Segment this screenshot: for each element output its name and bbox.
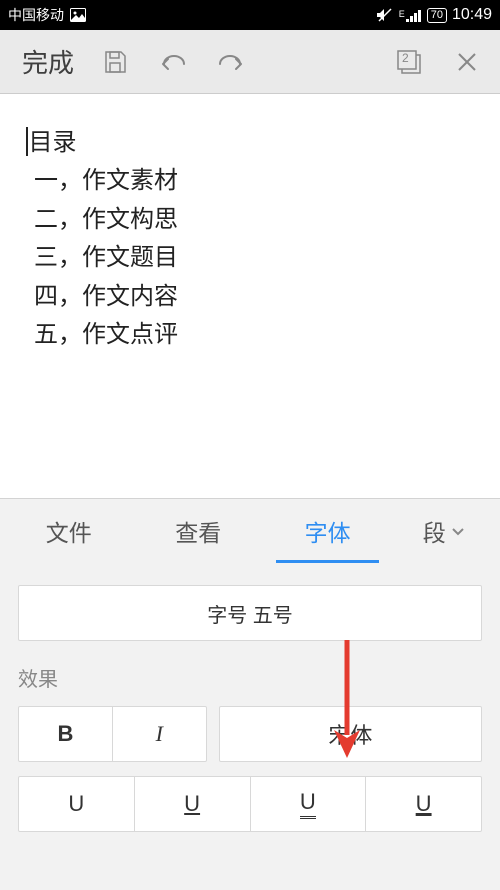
redo-button[interactable] bbox=[206, 37, 256, 87]
close-icon bbox=[455, 50, 479, 74]
font-family-group: 宋体 bbox=[219, 706, 482, 762]
font-family-button[interactable]: 宋体 bbox=[220, 707, 481, 761]
format-panel: 文件 查看 字体 段 字号 五号 效果 B I 宋体 U U U bbox=[0, 498, 500, 832]
doc-line-title: 目录 bbox=[26, 124, 474, 162]
font-panel-body: 字号 五号 效果 B I 宋体 U U U U bbox=[0, 563, 500, 832]
font-size-button[interactable]: 字号 五号 bbox=[18, 585, 482, 641]
status-left: 中国移动 bbox=[8, 5, 86, 25]
close-button[interactable] bbox=[442, 37, 492, 87]
panel-tabs: 文件 查看 字体 段 bbox=[0, 499, 500, 563]
pages-icon bbox=[395, 48, 423, 76]
effects-label: 效果 bbox=[18, 663, 482, 692]
underline-double-button[interactable]: U bbox=[251, 777, 367, 831]
italic-button[interactable]: I bbox=[113, 707, 206, 761]
status-right: E 70 10:49 bbox=[376, 6, 492, 24]
mute-icon bbox=[376, 7, 394, 23]
network-type: E bbox=[399, 10, 405, 19]
undo-icon bbox=[158, 50, 188, 74]
tab-paragraph[interactable]: 段 bbox=[392, 499, 496, 563]
underline-single-button[interactable]: U bbox=[135, 777, 251, 831]
tab-view[interactable]: 查看 bbox=[133, 499, 262, 563]
chevron-down-icon bbox=[450, 523, 466, 539]
document-editor[interactable]: 目录 一，作文素材 二，作文构思 三，作文题目 四，作文内容 五，作文点评 bbox=[0, 94, 500, 498]
save-button[interactable] bbox=[90, 37, 140, 87]
redo-icon bbox=[216, 50, 246, 74]
bold-button[interactable]: B bbox=[19, 707, 113, 761]
picture-icon bbox=[70, 8, 86, 22]
underline-none-button[interactable]: U bbox=[19, 777, 135, 831]
signal-icon bbox=[406, 9, 422, 22]
doc-line: 四，作文内容 bbox=[34, 278, 474, 316]
undo-button[interactable] bbox=[148, 37, 198, 87]
save-icon bbox=[102, 49, 128, 75]
tab-file[interactable]: 文件 bbox=[4, 499, 133, 563]
doc-line: 一，作文素材 bbox=[34, 162, 474, 200]
tab-paragraph-label: 段 bbox=[423, 514, 446, 548]
underline-bold-button[interactable]: U bbox=[366, 777, 481, 831]
status-bar: 中国移动 E 70 10:49 bbox=[0, 0, 500, 30]
done-button[interactable]: 完成 bbox=[14, 37, 82, 86]
doc-line: 二，作文构思 bbox=[34, 201, 474, 239]
doc-line: 五，作文点评 bbox=[34, 316, 474, 354]
pages-count: 2 bbox=[402, 51, 409, 65]
carrier: 中国移动 bbox=[8, 5, 64, 25]
app-toolbar: 完成 2 bbox=[0, 30, 500, 94]
doc-line: 三，作文题目 bbox=[34, 239, 474, 277]
underline-group: U U U U bbox=[18, 776, 482, 832]
style-group: B I bbox=[18, 706, 207, 762]
pages-button[interactable]: 2 bbox=[384, 37, 434, 87]
battery-icon: 70 bbox=[427, 8, 447, 23]
tab-font[interactable]: 字体 bbox=[263, 499, 392, 563]
clock: 10:49 bbox=[452, 6, 492, 24]
